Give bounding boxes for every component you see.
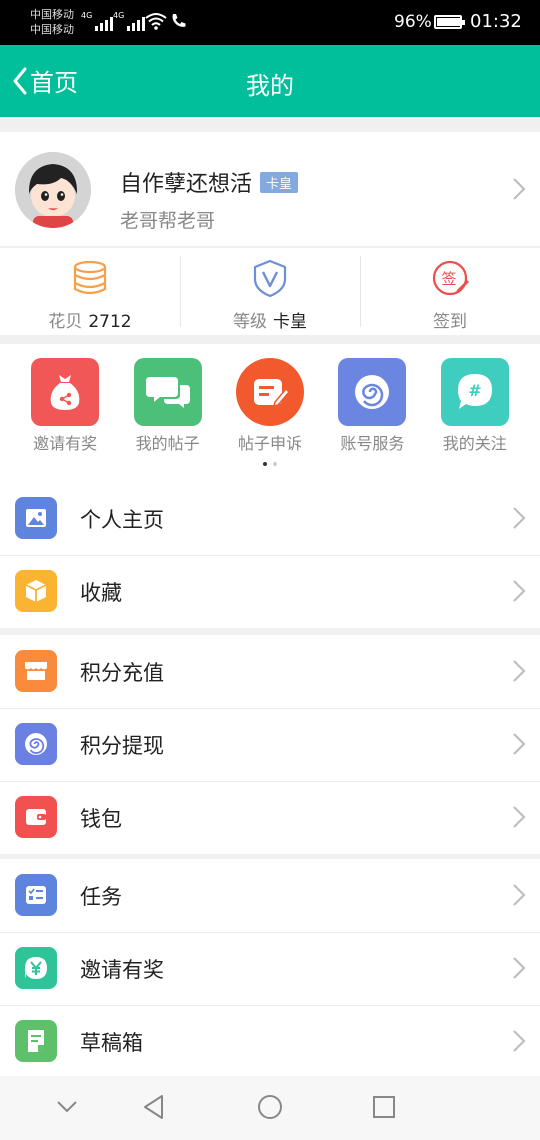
grid-item-post-appeal[interactable]: 帖子申诉: [230, 358, 310, 454]
page-indicator: [0, 462, 540, 466]
system-nav-bar: [0, 1076, 540, 1140]
edit-note-icon: [235, 358, 304, 426]
profile-card[interactable]: 自作孽还想活 卡皇 老哥帮老哥: [0, 132, 540, 246]
menu-label: 个人主页: [80, 508, 164, 532]
menu-item-wallet[interactable]: 钱包: [0, 781, 540, 854]
stat-label: 花贝: [48, 312, 83, 332]
signal-1-icon: 4G: [81, 11, 114, 31]
menu-label: 草稿箱: [80, 1031, 143, 1055]
chevron-right-icon: [513, 660, 526, 682]
menu-item-favorites[interactable]: 收藏: [0, 555, 540, 628]
chevron-right-icon: [513, 178, 526, 200]
chevron-right-icon: [513, 957, 526, 979]
grid-item-my-posts[interactable]: 我的帖子: [128, 358, 208, 454]
wallet-icon: [15, 796, 57, 838]
chat-bubbles-icon: [133, 358, 202, 426]
task-list-icon: [15, 874, 57, 916]
profile-subtitle: 老哥帮老哥: [120, 210, 216, 232]
menu-label: 邀请有奖: [80, 958, 164, 982]
draft-icon: [15, 1020, 57, 1062]
stat-label: 等级: [233, 312, 267, 332]
shortcut-grid: 邀请有奖 我的帖子 帖子申诉 账号服务 # 我的关注: [0, 344, 540, 482]
chevron-right-icon: [513, 507, 526, 529]
menu-item-drafts[interactable]: 草稿箱: [0, 1005, 540, 1078]
menu-item-invite[interactable]: 邀请有奖: [0, 932, 540, 1005]
grid-label: 我的帖子: [135, 434, 200, 453]
menu-group-3: 任务 邀请有奖 草稿箱: [0, 859, 540, 1078]
avatar-image: [15, 152, 91, 228]
menu-label: 钱包: [80, 807, 122, 831]
menu-label: 积分充值: [80, 661, 164, 685]
menu-item-tasks[interactable]: 任务: [0, 859, 540, 932]
menu-item-recharge[interactable]: 积分充值: [0, 635, 540, 708]
shop-icon: [15, 650, 57, 692]
nav-collapse-button[interactable]: [56, 1100, 78, 1114]
menu-group-1: 个人主页 收藏: [0, 482, 540, 628]
nickname-row: 自作孽还想活 卡皇: [120, 166, 299, 198]
stats-bar: 花贝 2712 等级 卡皇 签 签到: [0, 247, 540, 335]
avatar[interactable]: [15, 152, 91, 228]
nav-recents-button[interactable]: [372, 1095, 396, 1119]
svg-text:#: #: [468, 381, 481, 400]
nav-home-button[interactable]: [257, 1094, 283, 1120]
call-icon: [172, 14, 186, 27]
box-icon: [15, 570, 57, 612]
svg-text:签: 签: [441, 270, 456, 288]
menu-label: 积分提现: [80, 734, 164, 758]
rank-badge: 卡皇: [260, 171, 299, 193]
stat-value: 2712: [88, 312, 132, 332]
hashtag-bubble-icon: #: [440, 358, 509, 426]
menu-label: 任务: [80, 885, 122, 909]
stat-value: 卡皇: [273, 312, 307, 332]
status-bar: 中国移动 中国移动 4G 4G 96% 01:32: [0, 0, 540, 45]
grid-label: 帖子申诉: [237, 434, 302, 453]
grid-label: 账号服务: [340, 434, 405, 453]
carrier-info: 中国移动 中国移动: [30, 7, 74, 37]
stat-label: 签到: [433, 312, 467, 332]
nickname: 自作孽还想活: [120, 172, 253, 197]
grid-item-account-service[interactable]: 账号服务: [332, 358, 412, 454]
wifi-icon: [145, 13, 167, 30]
chevron-right-icon: [513, 806, 526, 828]
menu-label: 收藏: [80, 581, 122, 605]
chevron-right-icon: [513, 733, 526, 755]
app-header: 首页 我的: [0, 45, 540, 117]
carrier-2: 中国移动: [30, 23, 74, 36]
coins-icon: [73, 260, 107, 295]
chevron-right-icon: [513, 580, 526, 602]
battery-percent: 96%: [394, 12, 432, 32]
grid-label: 我的关注: [442, 434, 507, 453]
menu-item-withdraw[interactable]: 积分提现: [0, 708, 540, 781]
shield-v-icon: [253, 259, 287, 298]
carrier-1: 中国移动: [30, 8, 74, 21]
battery-icon: [434, 15, 465, 29]
menu-item-homepage[interactable]: 个人主页: [0, 482, 540, 555]
nav-back-button[interactable]: [142, 1094, 166, 1120]
menu-group-2: 积分充值 积分提现 钱包: [0, 635, 540, 854]
page-title: 我的: [246, 72, 294, 100]
grid-item-my-follows[interactable]: # 我的关注: [435, 358, 515, 454]
sign-in-icon: 签: [432, 260, 469, 296]
chevron-right-icon: [513, 884, 526, 906]
stat-level[interactable]: 等级 卡皇: [180, 248, 360, 335]
stat-sign-in[interactable]: 签 签到: [360, 248, 540, 335]
spiral-icon: [338, 358, 407, 426]
image-icon: [15, 497, 57, 539]
grid-label: 邀请有奖: [33, 434, 98, 453]
signal-2-icon: 4G: [113, 11, 146, 31]
yen-icon: [15, 947, 57, 989]
spiral-icon: [15, 723, 57, 765]
grid-item-invite[interactable]: 邀请有奖: [25, 358, 105, 454]
chevron-right-icon: [513, 1030, 526, 1052]
money-bag-icon: [31, 358, 100, 426]
stat-huabei[interactable]: 花贝 2712: [0, 248, 180, 335]
clock: 01:32: [470, 11, 522, 32]
